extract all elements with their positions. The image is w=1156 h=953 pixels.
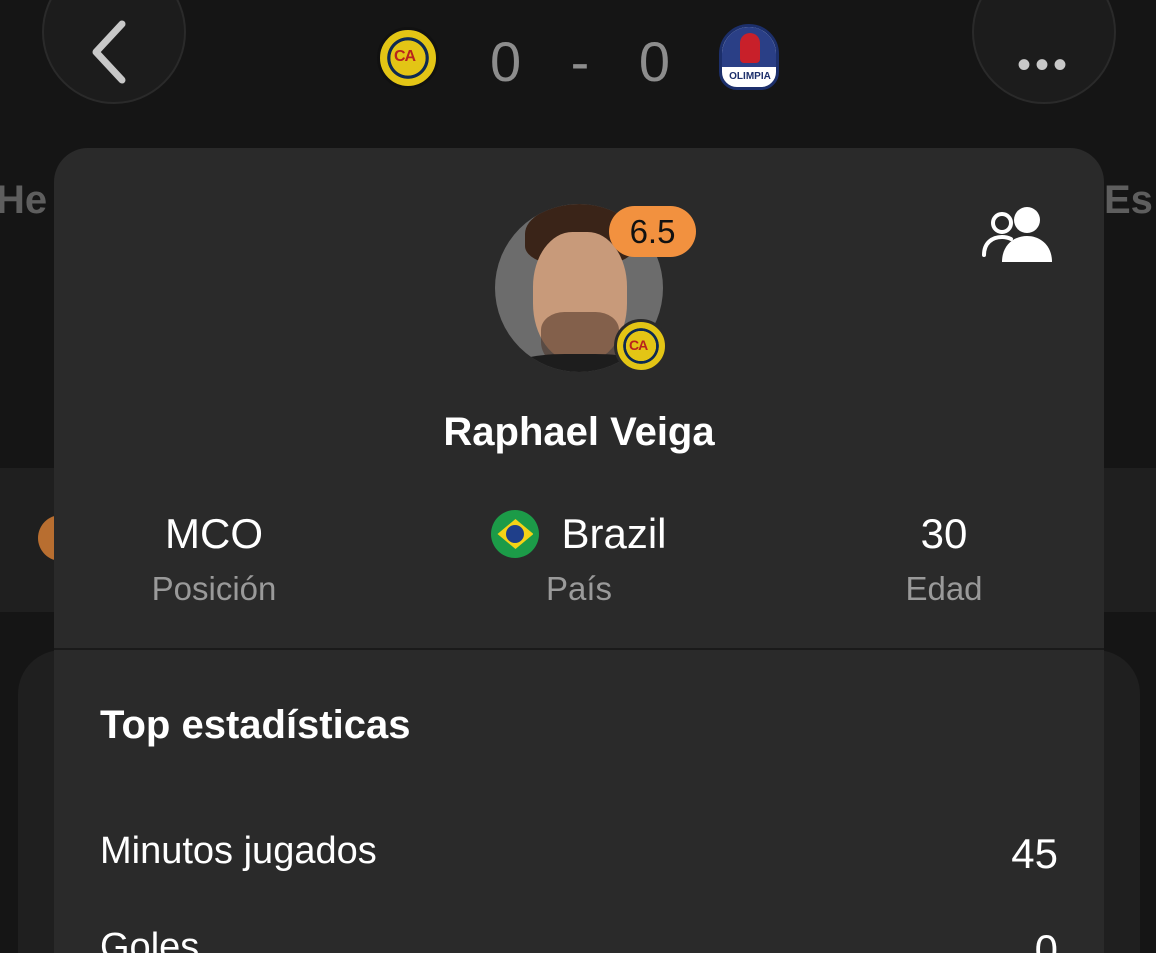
player-name: Raphael Veiga (443, 410, 715, 454)
country-info: Brazil País (419, 508, 739, 608)
more-button[interactable]: ••• (972, 0, 1116, 104)
more-horizontal-icon: ••• (1016, 43, 1071, 87)
background-tab-left: He (0, 178, 48, 222)
away-crest-text: OLIMPIA (729, 71, 771, 82)
away-score: 0 (638, 29, 670, 93)
home-score: 0 (490, 29, 522, 93)
player-profile-button[interactable] (980, 205, 1054, 265)
age-label: Edad (905, 570, 983, 607)
match-screen: CA 0 - 0 OLIMPIA ••• He Es 6.5 CA Raphae… (0, 0, 1156, 953)
stat-row: Goles 0 (100, 926, 1058, 953)
top-stats-title: Top estadísticas (100, 703, 411, 747)
player-sheet: 6.5 CA Raphael Veiga MCO Posición Brazil… (54, 148, 1104, 953)
chevron-left-icon (92, 20, 126, 84)
stat-label: Minutos jugados (100, 830, 377, 872)
stat-label: Goles (100, 926, 200, 953)
country-label: País (545, 570, 613, 607)
score-separator: - (570, 29, 590, 93)
position-label: Posición (151, 570, 277, 607)
home-crest-text: CA (394, 48, 416, 65)
position-value: MCO (165, 510, 263, 557)
team-badge-text: CA (629, 337, 648, 353)
away-team-crest[interactable]: OLIMPIA (719, 24, 779, 90)
back-button[interactable] (42, 0, 186, 104)
country-value: Brazil (561, 510, 667, 557)
player-rating-badge: 6.5 (609, 206, 696, 257)
age-info: 30 Edad (784, 508, 1104, 608)
person-profile-icon (982, 207, 1052, 262)
stat-value: 45 (1011, 830, 1058, 877)
scoreline: 0 - 0 (490, 26, 670, 96)
section-divider (54, 648, 1104, 650)
country-value-row: Brazil (419, 508, 739, 560)
position-info: MCO Posición (54, 508, 374, 608)
stat-value: 0 (1034, 926, 1058, 953)
player-team-badge: CA (614, 319, 668, 373)
age-value: 30 (920, 510, 968, 557)
background-tab-right: Es (1104, 178, 1153, 222)
match-header: CA 0 - 0 OLIMPIA ••• (0, 0, 1156, 148)
crest-mark (740, 33, 760, 63)
brazil-flag-icon (491, 510, 540, 558)
home-team-crest[interactable]: CA (377, 27, 439, 89)
stat-row: Minutos jugados 45 (100, 830, 1058, 878)
